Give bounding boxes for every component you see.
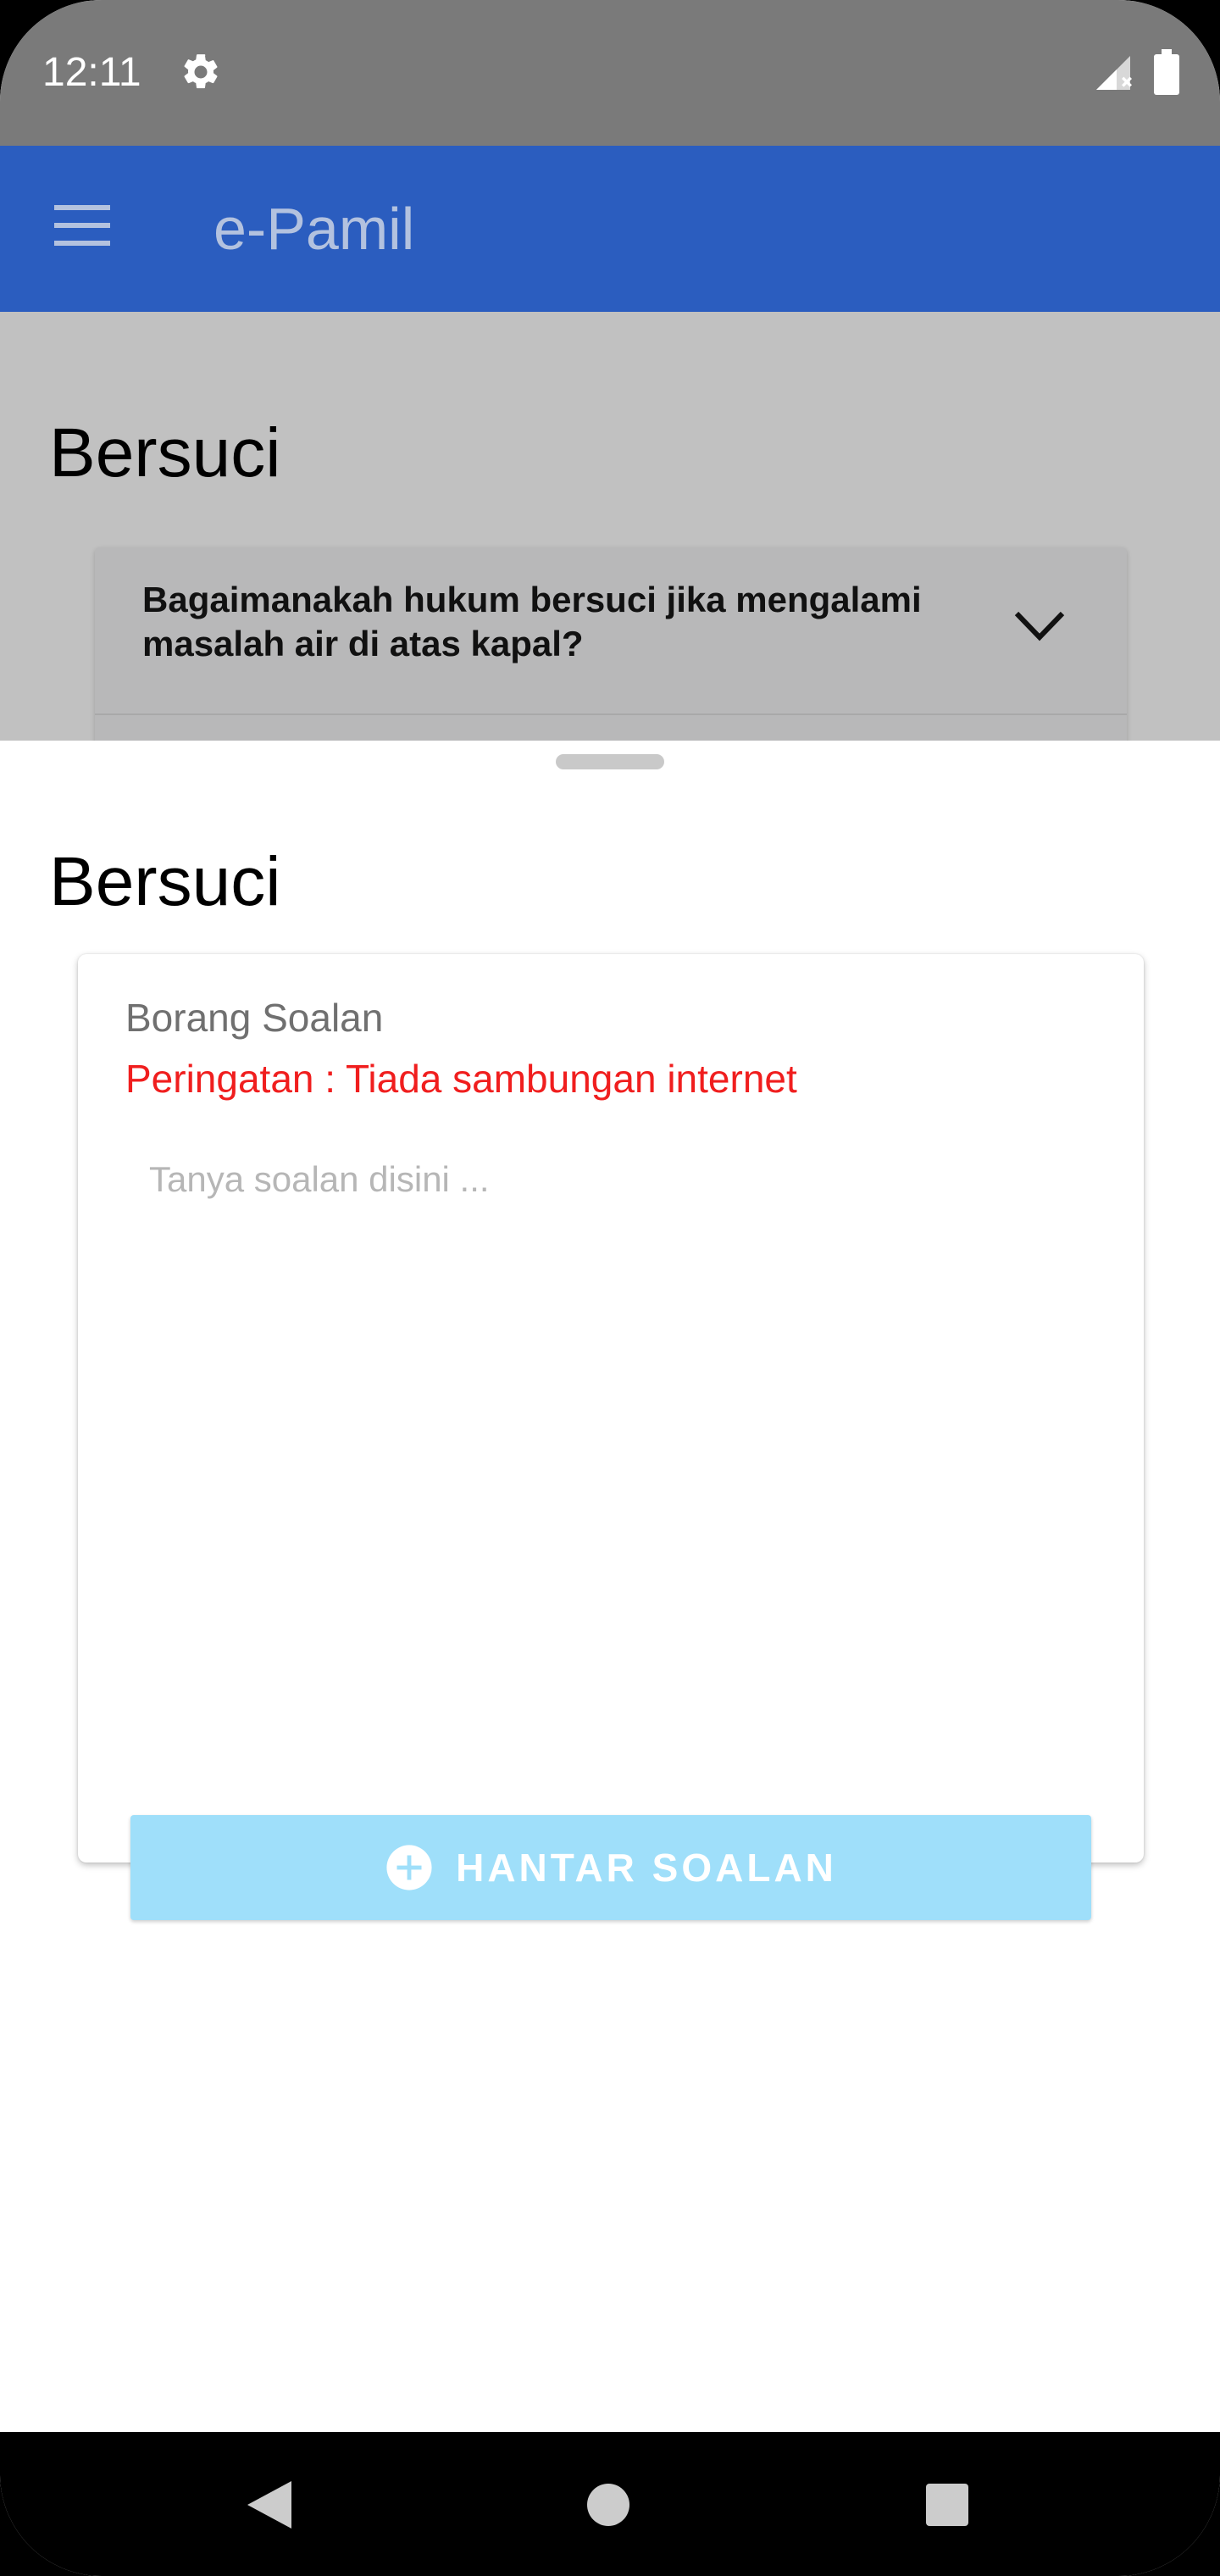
device-screen: 12:11 e-Pamil Bersuci Bagaimanakah hukum…: [0, 0, 1220, 2576]
submit-label: HANTAR SOALAN: [456, 1846, 837, 1890]
menu-icon[interactable]: [54, 203, 110, 247]
chevron-down-icon[interactable]: [1012, 607, 1068, 644]
question-form-card: Borang Soalan Peringatan : Tiada sambung…: [78, 954, 1144, 1920]
connection-warning: Peringatan : Tiada sambungan internet: [125, 1057, 797, 1101]
faq-question: Bagaimanakah hukum bersuci jika mengalam…: [142, 580, 922, 663]
back-icon[interactable]: [246, 2479, 293, 2530]
question-input[interactable]: [125, 1141, 1096, 1700]
bottom-sheet: Bersuci Borang Soalan Peringatan : Tiada…: [0, 741, 1220, 2435]
app-bar: e-Pamil: [0, 146, 1220, 312]
faq-item[interactable]: Bagaimanakah hukum bersuci jika mengalam…: [95, 547, 1127, 741]
status-bar: 12:11: [0, 0, 1220, 146]
navigation-bar: [0, 2432, 1220, 2576]
submit-question-button[interactable]: HANTAR SOALAN: [130, 1815, 1091, 1920]
signal-icon: [1096, 56, 1132, 90]
app-title: e-Pamil: [214, 196, 415, 262]
page-heading: Bersuci: [49, 414, 281, 491]
divider: [95, 713, 1127, 715]
drag-handle[interactable]: [556, 754, 664, 769]
home-icon[interactable]: [586, 2483, 630, 2527]
form-title: Borang Soalan: [125, 996, 384, 1040]
background-content: Bersuci Bagaimanakah hukum bersuci jika …: [0, 312, 1220, 741]
sheet-heading: Bersuci: [49, 843, 281, 920]
recents-icon[interactable]: [925, 2483, 969, 2527]
add-circle-icon: [386, 1845, 432, 1890]
battery-icon: [1154, 49, 1179, 95]
gear-icon: [184, 54, 218, 89]
status-time: 12:11: [42, 50, 141, 95]
